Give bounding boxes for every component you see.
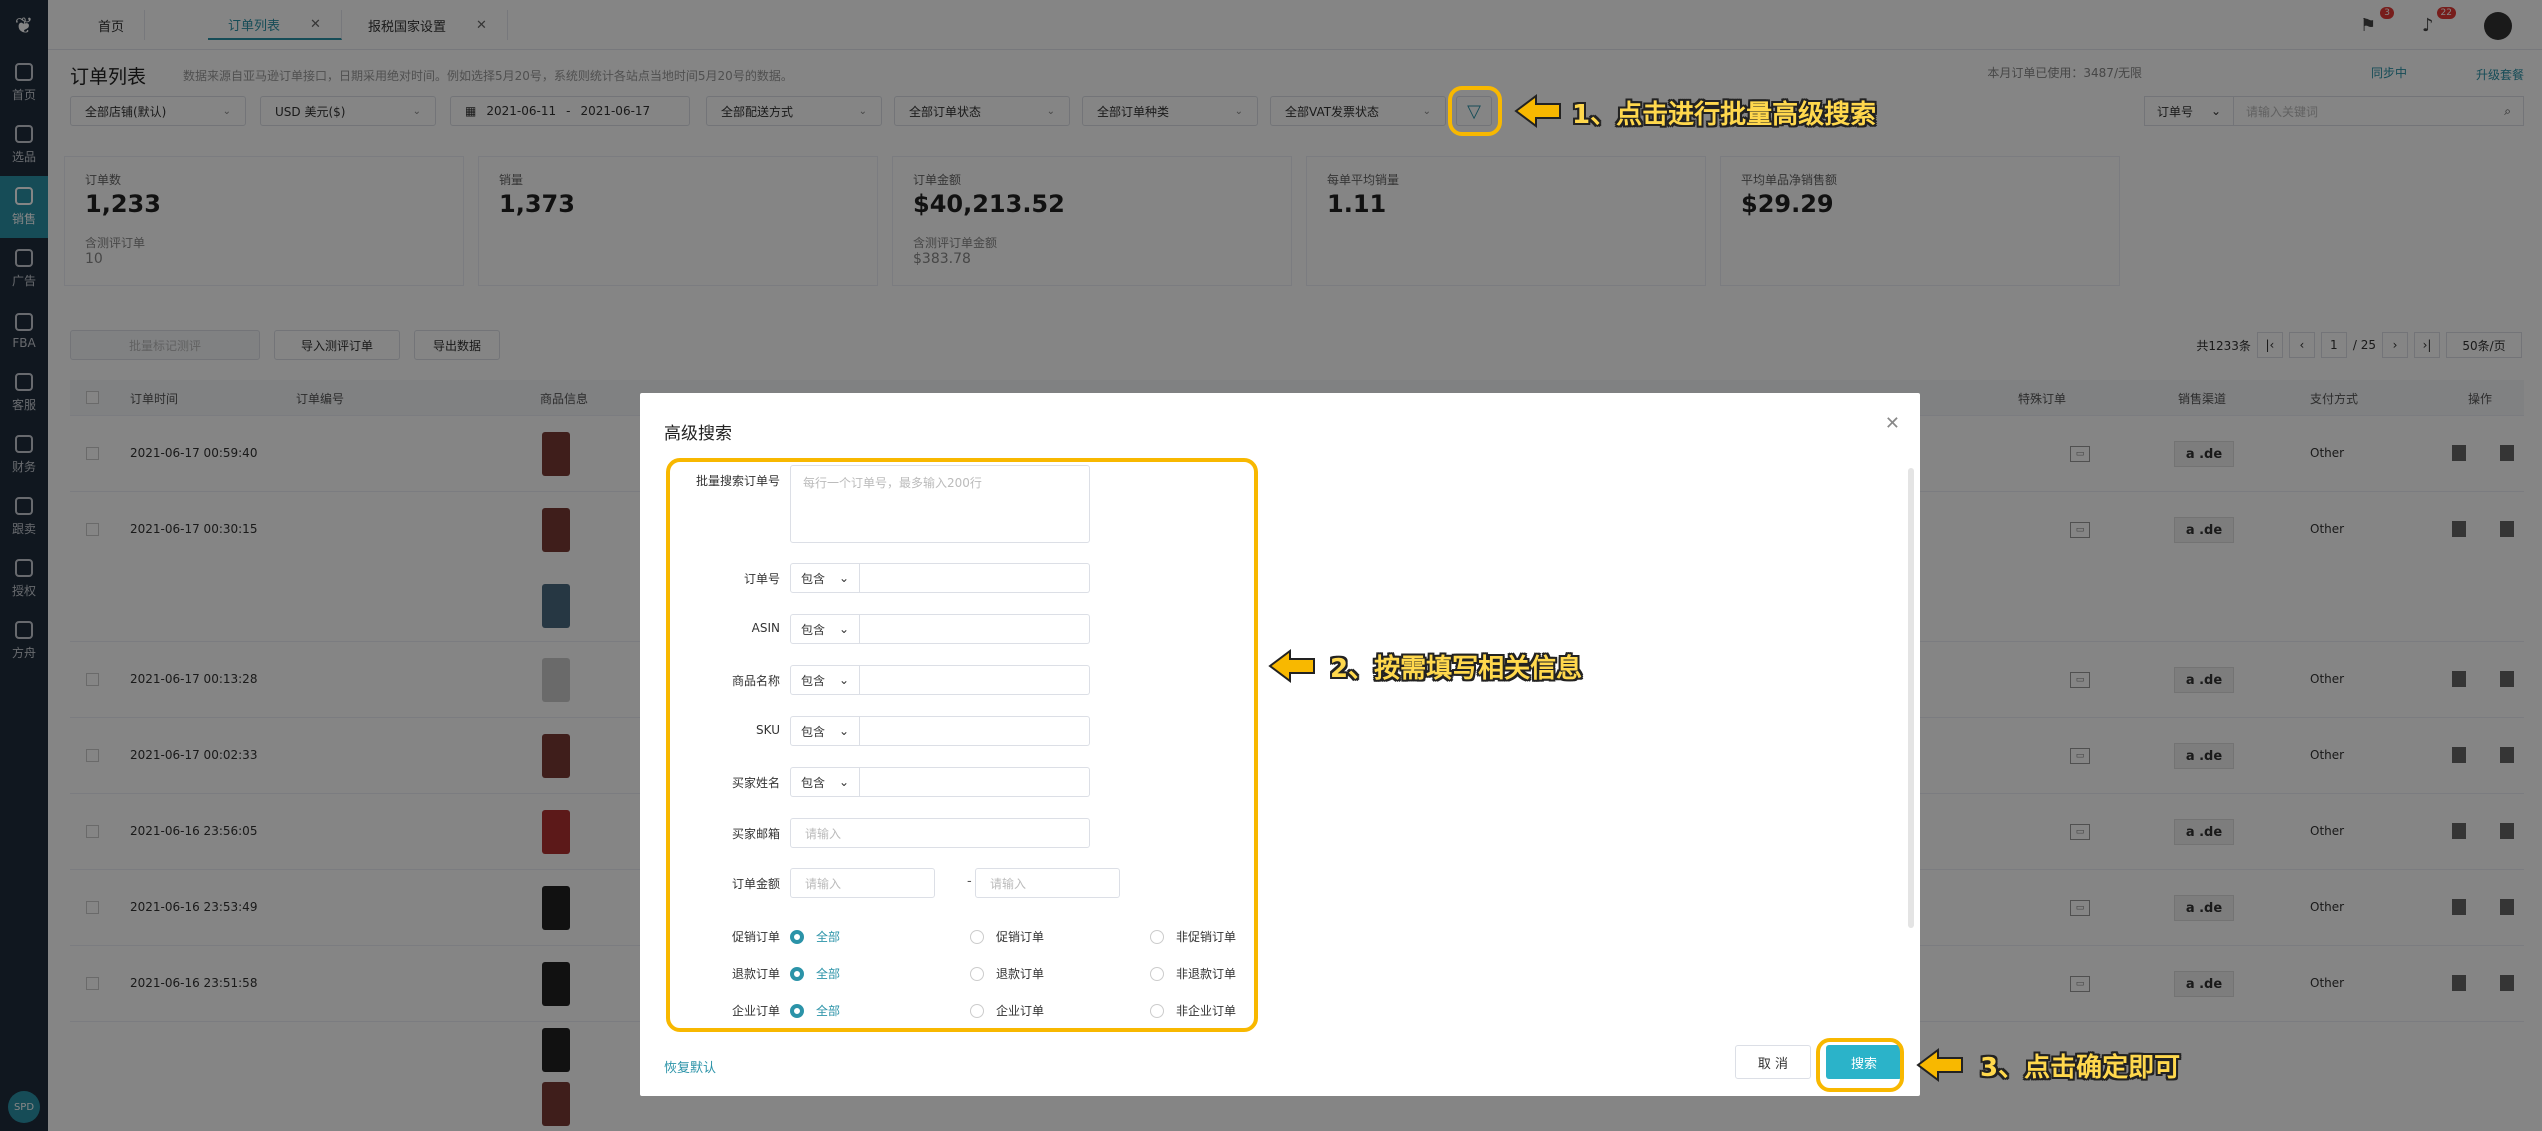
- highlight-filter-button: [1448, 86, 1502, 136]
- arrow-left-icon: [1514, 94, 1561, 128]
- annotation-step2: 2、按需填写相关信息: [1330, 654, 1583, 684]
- annotation-step1: 1、点击进行批量高级搜索: [1572, 100, 1877, 130]
- close-icon[interactable]: ✕: [1885, 413, 1900, 434]
- arrow-left-icon: [1916, 1048, 1963, 1082]
- dialog-scrollbar[interactable]: [1908, 468, 1914, 928]
- highlight-search-button: [1816, 1038, 1904, 1092]
- restore-default-link[interactable]: 恢复默认: [664, 1057, 716, 1076]
- annotation-step3: 3、点击确定即可: [1980, 1053, 2181, 1083]
- arrow-left-icon: [1268, 649, 1315, 683]
- dialog-title: 高级搜索: [664, 424, 732, 444]
- highlight-form-area: [666, 458, 1258, 1032]
- cancel-button[interactable]: 取 消: [1735, 1045, 1811, 1079]
